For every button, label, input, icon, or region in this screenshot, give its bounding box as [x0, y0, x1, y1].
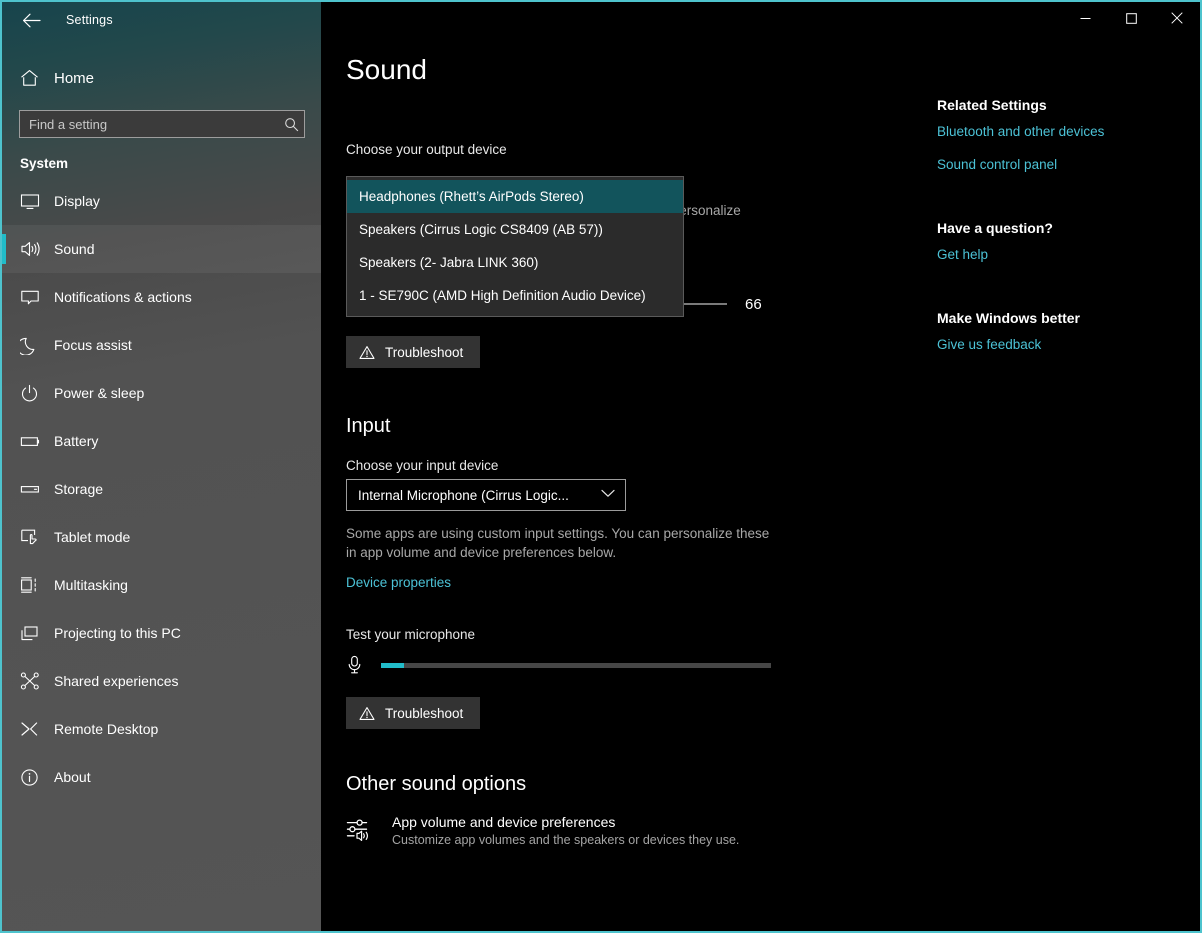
- test-microphone-label: Test your microphone: [346, 627, 476, 642]
- make-windows-better-heading: Make Windows better: [937, 310, 1081, 326]
- input-troubleshoot-label: Troubleshoot: [385, 705, 464, 721]
- app-volume-icon: [346, 814, 392, 842]
- output-device-option[interactable]: Speakers (Cirrus Logic CS8409 (AB 57)): [347, 213, 683, 246]
- close-button[interactable]: [1154, 2, 1200, 34]
- sidebar-item-battery-label: Battery: [54, 433, 99, 449]
- app-volume-preferences-row[interactable]: App volume and device preferences Custom…: [346, 814, 796, 847]
- sidebar-item-home[interactable]: Home: [2, 56, 321, 100]
- sidebar-item-power-sleep[interactable]: Power & sleep: [2, 369, 321, 417]
- notification-icon: [20, 289, 48, 306]
- page-title: Sound: [346, 54, 427, 85]
- sidebar-item-focus-assist-label: Focus assist: [54, 337, 132, 353]
- settings-window: Settings Home System: [0, 0, 1202, 933]
- sound-control-panel-link[interactable]: Sound control panel: [937, 157, 1187, 172]
- sidebar: Settings Home System: [2, 2, 321, 931]
- output-troubleshoot-label: Troubleshoot: [385, 344, 464, 360]
- home-icon: [20, 69, 50, 87]
- sidebar-item-display-label: Display: [54, 193, 100, 209]
- related-settings-heading: Related Settings: [937, 97, 1047, 113]
- sidebar-item-tablet-mode[interactable]: Tablet mode: [2, 513, 321, 561]
- input-section-title: Input: [346, 415, 391, 437]
- output-device-label: Choose your output device: [346, 142, 507, 157]
- input-device-label: Choose your input device: [346, 458, 499, 473]
- sidebar-item-remote-desktop-label: Remote Desktop: [54, 721, 159, 737]
- battery-icon: [20, 435, 48, 448]
- sidebar-section-label: System: [20, 156, 69, 171]
- window-controls: [1062, 2, 1200, 34]
- storage-icon: [20, 483, 48, 495]
- sidebar-item-display[interactable]: Display: [2, 177, 321, 225]
- sidebar-item-projecting-label: Projecting to this PC: [54, 625, 181, 641]
- app-volume-subtitle: Customize app volumes and the speakers o…: [392, 833, 740, 847]
- app-title: Settings: [66, 13, 113, 27]
- sidebar-item-focus-assist[interactable]: Focus assist: [2, 321, 321, 369]
- input-device-value: Internal Microphone (Cirrus Logic...: [358, 487, 569, 503]
- warning-triangle-icon: [359, 706, 375, 721]
- sidebar-item-notifications[interactable]: Notifications & actions: [2, 273, 321, 321]
- sidebar-item-shared-experiences[interactable]: Shared experiences: [2, 657, 321, 705]
- input-device-combobox[interactable]: Internal Microphone (Cirrus Logic...: [346, 479, 626, 511]
- sidebar-item-tablet-mode-label: Tablet mode: [54, 529, 131, 545]
- volume-value: 66: [745, 295, 762, 313]
- output-device-dropdown-list[interactable]: Headphones (Rhett’s AirPods Stereo) Spea…: [346, 176, 684, 317]
- sidebar-item-remote-desktop[interactable]: Remote Desktop: [2, 705, 321, 753]
- main-content: Sound Choose your output device Some app…: [321, 2, 1200, 931]
- sidebar-item-about[interactable]: About: [2, 753, 321, 801]
- output-device-option[interactable]: 1 - SE790C (AMD High Definition Audio De…: [347, 279, 683, 312]
- sidebar-item-power-sleep-label: Power & sleep: [54, 385, 145, 401]
- moon-icon: [20, 336, 48, 355]
- sidebar-item-home-label: Home: [54, 69, 95, 87]
- sidebar-item-sound-label: Sound: [54, 241, 95, 257]
- sidebar-item-about-label: About: [54, 769, 91, 785]
- sidebar-item-notifications-label: Notifications & actions: [54, 289, 192, 305]
- remote-desktop-icon: [20, 720, 48, 738]
- output-troubleshoot-button[interactable]: Troubleshoot: [346, 336, 481, 368]
- maximize-button[interactable]: [1108, 2, 1154, 34]
- info-icon: [20, 768, 48, 787]
- multitasking-icon: [20, 576, 48, 594]
- device-properties-link[interactable]: Device properties: [346, 575, 451, 590]
- microphone-level-row: [346, 652, 796, 678]
- input-hint-text: Some apps are using custom input setting…: [346, 526, 770, 560]
- microphone-level-meter: [381, 662, 771, 668]
- bluetooth-devices-link[interactable]: Bluetooth and other devices: [937, 124, 1187, 139]
- have-a-question-heading: Have a question?: [937, 220, 1053, 236]
- tablet-icon: [20, 528, 48, 546]
- search-input[interactable]: [20, 116, 278, 132]
- sidebar-item-multitasking[interactable]: Multitasking: [2, 561, 321, 609]
- sidebar-item-sound[interactable]: Sound: [2, 225, 321, 273]
- titlebar-left: Settings: [2, 2, 321, 38]
- other-options-title: Other sound options: [346, 773, 527, 795]
- related-settings-panel: Related Settings Bluetooth and other dev…: [937, 97, 1187, 370]
- input-troubleshoot-button[interactable]: Troubleshoot: [346, 697, 481, 729]
- back-arrow-icon[interactable]: [14, 5, 48, 35]
- give-feedback-link[interactable]: Give us feedback: [937, 337, 1187, 352]
- share-icon: [20, 672, 48, 690]
- get-help-link[interactable]: Get help: [937, 247, 1187, 262]
- minimize-button[interactable]: [1062, 2, 1108, 34]
- monitor-icon: [20, 193, 48, 210]
- sidebar-item-storage-label: Storage: [54, 481, 104, 497]
- output-device-option[interactable]: Headphones (Rhett’s AirPods Stereo): [347, 180, 683, 213]
- power-icon: [20, 384, 48, 403]
- search-icon[interactable]: [278, 117, 304, 132]
- chevron-down-icon: [601, 489, 615, 501]
- app-volume-title: App volume and device preferences: [392, 814, 616, 830]
- sidebar-item-battery[interactable]: Battery: [2, 417, 321, 465]
- microphone-icon: [346, 655, 374, 675]
- output-device-option[interactable]: Speakers (2- Jabra LINK 360): [347, 246, 683, 279]
- microphone-level-fill: [381, 662, 405, 668]
- sidebar-item-storage[interactable]: Storage: [2, 465, 321, 513]
- warning-triangle-icon: [359, 345, 375, 360]
- search-box[interactable]: [19, 110, 305, 138]
- projecting-icon: [20, 625, 48, 642]
- sidebar-item-shared-experiences-label: Shared experiences: [54, 673, 179, 689]
- speaker-icon: [20, 240, 48, 258]
- sidebar-item-projecting[interactable]: Projecting to this PC: [2, 609, 321, 657]
- sidebar-item-multitasking-label: Multitasking: [54, 577, 128, 593]
